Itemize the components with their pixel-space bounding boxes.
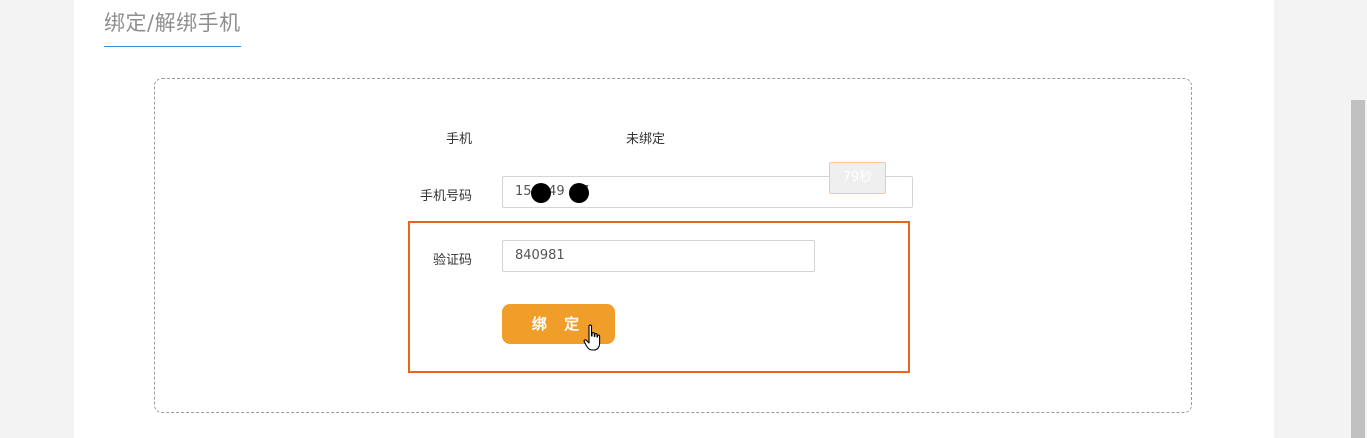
- redaction-mark: [569, 183, 589, 203]
- page-title: 绑定/解绑手机: [104, 8, 241, 47]
- main-content-panel: 绑定/解绑手机 手机 未绑定 手机号码 15 249 07 验证码 840981…: [74, 0, 1274, 438]
- phone-status: 未绑定: [626, 132, 666, 147]
- resend-code-countdown-button[interactable]: 79秒: [829, 162, 886, 194]
- phone-number-label: 手机号码: [419, 189, 472, 204]
- phone-label: 手机: [445, 132, 472, 147]
- redaction-mark: [531, 183, 551, 203]
- highlight-annotation: [408, 221, 910, 373]
- hand-cursor-icon: [583, 324, 601, 351]
- vertical-scrollbar-thumb[interactable]: [1351, 100, 1365, 438]
